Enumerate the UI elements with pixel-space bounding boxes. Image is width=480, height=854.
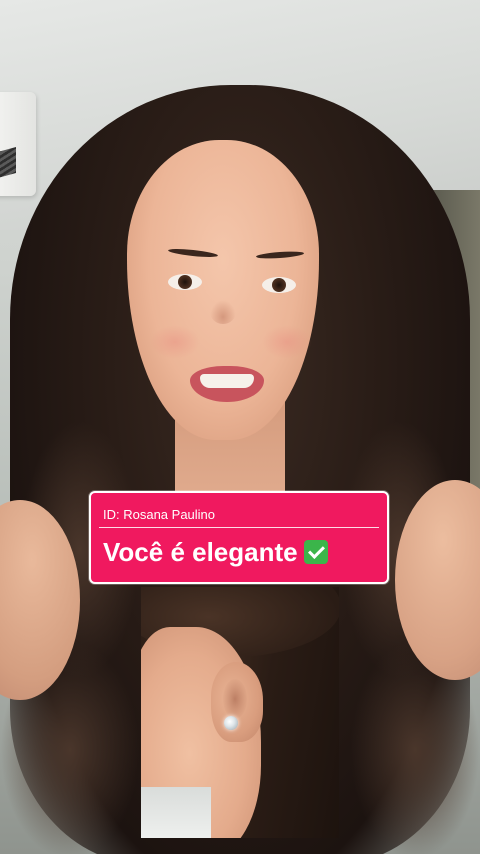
caption-headline: Você é elegante — [103, 537, 298, 567]
cheek-right — [262, 325, 312, 359]
nose — [210, 300, 236, 324]
teeth — [200, 374, 254, 388]
caption-divider — [99, 527, 379, 528]
caption-headline-row: Você é elegante — [103, 537, 328, 568]
air-conditioner — [0, 92, 36, 196]
inset-ear-inner — [223, 679, 247, 719]
video-frame: ID: Rosana Paulino Você é elegante — [0, 0, 480, 854]
eye-left — [168, 274, 202, 290]
inset-clothing — [141, 787, 211, 838]
caption-card: ID: Rosana Paulino Você é elegante — [89, 491, 389, 584]
check-mark-button-icon — [303, 540, 328, 564]
caption-id-label: ID: Rosana Paulino — [103, 507, 216, 522]
inset-earring-closeup — [141, 587, 339, 838]
earring-stud — [224, 716, 238, 730]
cheek-left — [150, 325, 200, 359]
eye-right — [262, 277, 296, 293]
